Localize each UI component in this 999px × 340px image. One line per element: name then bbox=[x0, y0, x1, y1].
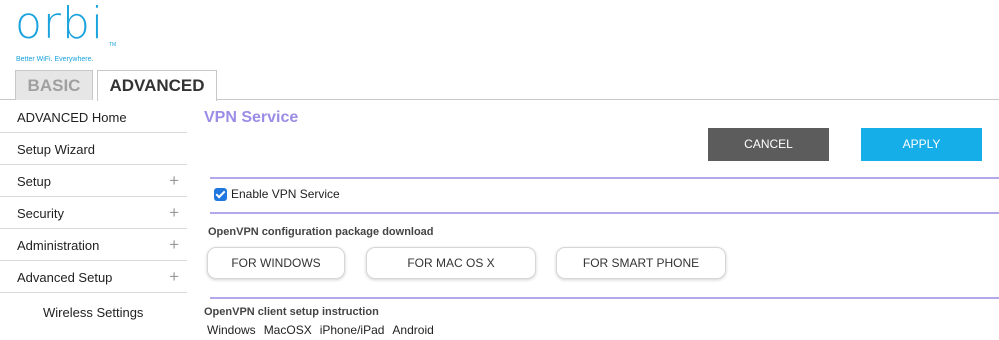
sidebar-item-label: Security bbox=[17, 206, 64, 221]
sidebar-item-setup-wizard[interactable]: Setup Wizard bbox=[0, 133, 187, 165]
section-divider bbox=[210, 177, 999, 179]
expand-plus-icon[interactable]: + bbox=[169, 267, 179, 287]
download-smartphone-button[interactable]: FOR SMART PHONE bbox=[556, 247, 726, 279]
sidebar-subitem-wireless-settings[interactable]: Wireless Settings bbox=[0, 293, 187, 333]
instruction-link-windows[interactable]: Windows bbox=[207, 323, 256, 337]
enable-vpn-checkbox-row[interactable]: Enable VPN Service bbox=[214, 186, 340, 202]
orbi-logo: orbi TM Better WiFi. Everywhere. bbox=[15, 2, 125, 66]
section-divider bbox=[210, 212, 999, 214]
download-macos-button[interactable]: FOR MAC OS X bbox=[366, 247, 536, 279]
instruction-link-macosx[interactable]: MacOSX bbox=[264, 323, 312, 337]
download-windows-button[interactable]: FOR WINDOWS bbox=[207, 247, 345, 279]
section-divider bbox=[210, 297, 999, 299]
tab-baseline-left bbox=[0, 99, 15, 100]
sidebar-item-label: Advanced Setup bbox=[17, 270, 113, 285]
sidebar-item-advanced-home[interactable]: ADVANCED Home bbox=[0, 101, 187, 133]
sidebar-item-setup[interactable]: Setup + bbox=[0, 165, 187, 197]
tab-basic[interactable]: BASIC bbox=[15, 70, 93, 100]
expand-plus-icon[interactable]: + bbox=[169, 203, 179, 223]
sidebar-item-label: Setup Wizard bbox=[17, 142, 96, 157]
enable-vpn-label: Enable VPN Service bbox=[231, 187, 340, 201]
expand-plus-icon[interactable]: + bbox=[169, 235, 179, 255]
download-section-heading: OpenVPN configuration package download bbox=[208, 226, 434, 238]
tab-baseline bbox=[217, 99, 999, 100]
sidebar: ADVANCED Home Setup Wizard Setup + Secur… bbox=[0, 101, 187, 333]
sidebar-item-administration[interactable]: Administration + bbox=[0, 229, 187, 261]
apply-button[interactable]: APPLY bbox=[861, 128, 982, 161]
page-title: VPN Service bbox=[204, 109, 299, 126]
vpn-service-panel: VPN Service CANCEL APPLY Enable VPN Serv… bbox=[202, 101, 999, 340]
logo-tagline: Better WiFi. Everywhere. bbox=[16, 56, 94, 63]
sidebar-item-label: Administration bbox=[17, 238, 100, 253]
expand-plus-icon[interactable]: + bbox=[169, 171, 179, 191]
sidebar-item-security[interactable]: Security + bbox=[0, 197, 187, 229]
instruction-link-iphone-ipad[interactable]: iPhone/iPad bbox=[320, 323, 385, 337]
sidebar-subitem-label: Wireless Settings bbox=[43, 305, 144, 320]
logo-trademark: TM bbox=[109, 42, 117, 48]
sidebar-item-label: ADVANCED Home bbox=[17, 110, 127, 125]
sidebar-item-advanced-setup[interactable]: Advanced Setup + bbox=[0, 261, 187, 293]
instruction-link-android[interactable]: Android bbox=[392, 323, 433, 337]
sidebar-item-label: Setup bbox=[17, 174, 51, 189]
enable-vpn-checkbox[interactable] bbox=[214, 187, 227, 201]
instruction-links: Windows MacOSX iPhone/iPad Android bbox=[207, 323, 434, 337]
tab-advanced[interactable]: ADVANCED bbox=[97, 70, 217, 101]
logo-wordmark: orbi bbox=[15, 0, 105, 49]
cancel-button[interactable]: CANCEL bbox=[708, 128, 829, 161]
instruction-section-heading: OpenVPN client setup instruction bbox=[204, 306, 379, 318]
